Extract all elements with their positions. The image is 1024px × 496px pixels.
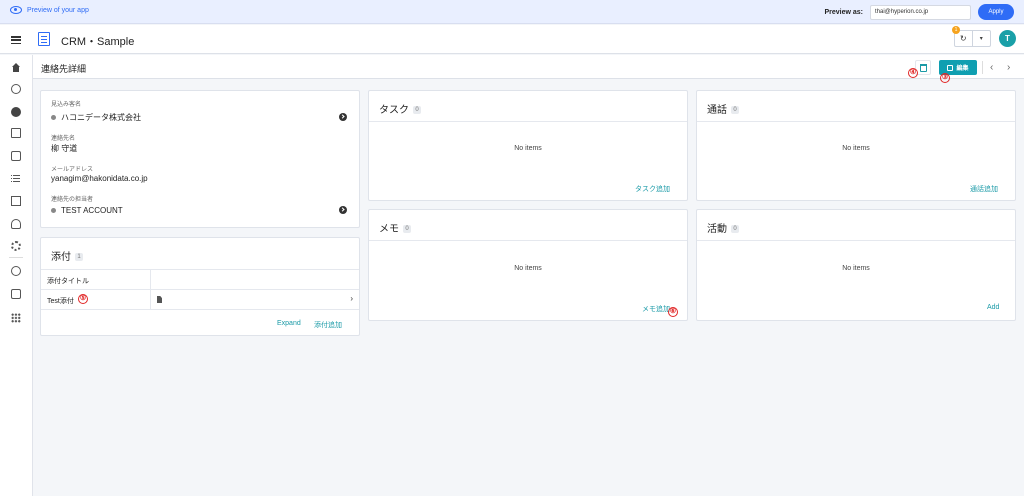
annotation-marker-4: ④ [908,68,918,78]
memos-card: メモ 0 No items メモ追加 [368,209,688,321]
calls-title: 通話 0 [707,101,739,116]
trash-icon [919,63,927,72]
notification-badge: 1 [952,26,960,34]
chevron-right-icon[interactable] [339,206,347,214]
home-icon[interactable] [11,63,21,73]
preview-bar: Preview of your app Preview as: thai@hyp… [0,0,1024,24]
card-divider [697,121,1015,122]
contact-name-label: 連絡先名 [51,136,76,142]
user-icon[interactable] [11,107,21,117]
calls-count: 0 [731,106,739,115]
edit-icon [947,64,954,71]
owner-icon [51,208,56,214]
add-attachment-link[interactable]: 添付追加 [314,320,342,330]
prospect-value[interactable]: ハコニデータ株式会社 [51,112,141,123]
add-memo-link[interactable]: メモ追加 [642,304,670,314]
chat-icon[interactable] [11,151,21,161]
chevron-left-icon[interactable]: ‹ [990,62,993,73]
activities-empty: No items [842,265,870,272]
preview-text: Preview of your app [27,6,89,14]
activities-count: 0 [731,225,739,234]
sidebar-divider [9,257,23,258]
feedback-icon[interactable] [11,289,21,299]
account-circle-icon[interactable] [11,84,21,94]
attachment-file-cell[interactable]: › [151,290,359,310]
calls-empty: No items [842,145,870,152]
sidebar [0,55,33,496]
book-icon[interactable] [11,196,21,206]
column-header-title: 添付タイトル [41,270,151,290]
card-divider [369,240,687,241]
contact-details-card: 見込み客名 ハコニデータ株式会社 連絡先名 柳 守道 メールアドレス yanag… [40,90,360,228]
add-activity-link[interactable]: Add [987,304,999,311]
chevron-right-icon[interactable] [339,113,347,121]
attachment-title-cell: Test添付 [41,290,151,310]
memos-empty: No items [514,265,542,272]
annotation-marker-5: ⑤ [78,294,88,304]
attachments-table: 添付タイトル Test添付 › [41,269,359,310]
page-title: 連絡先詳細 [41,64,87,74]
app-title: CRM・Sample [61,36,135,48]
header-divider [982,61,983,74]
gear-icon[interactable] [11,241,21,251]
sync-control[interactable]: ↻ ▾ [954,30,991,47]
file-icon [157,296,162,303]
attachments-card: 添付 1 添付タイトル Test添付 › Expand 添付追加 [40,237,360,336]
avatar[interactable]: T [999,30,1016,47]
preview-controls: Preview as: thai@hyperion.co.jp Apply [824,4,1014,20]
list-icon[interactable] [11,174,21,184]
preview-as-label: Preview as: [824,8,863,16]
table-row[interactable]: Test添付 › [41,290,359,310]
chevron-right-icon[interactable]: › [350,294,353,303]
tasks-count: 0 [413,106,421,115]
preview-indicator: Preview of your app [10,6,89,14]
apps-grid-icon[interactable] [11,313,21,323]
owner-label: 連絡先の担当者 [51,197,94,203]
preview-email-field[interactable]: thai@hyperion.co.jp [870,4,971,20]
page-header: 連絡先詳細 編集 ‹ › [33,55,1024,79]
tasks-title: タスク 0 [379,101,421,116]
tasks-empty: No items [514,145,542,152]
annotation-marker-3: ③ [940,73,950,83]
eye-icon [10,6,22,14]
owner-value[interactable]: TEST ACCOUNT [51,206,123,215]
attachments-title: 添付 1 [51,248,83,263]
company-icon [51,115,56,121]
memos-title: メモ 0 [379,220,411,235]
email-label: メールアドレス [51,167,94,173]
edit-label: 編集 [956,66,969,72]
menu-icon[interactable] [11,36,21,44]
card-divider [369,121,687,122]
contact-icon[interactable] [11,128,21,138]
column-header-file [151,270,359,290]
apply-button[interactable]: Apply [978,4,1014,20]
info-icon[interactable] [11,266,21,276]
card-divider [697,240,1015,241]
table-header-row: 添付タイトル [41,270,359,290]
expand-link[interactable]: Expand [277,320,301,327]
chevron-right-icon[interactable]: › [1007,62,1010,73]
chevron-down-icon[interactable]: ▾ [973,31,990,46]
document-icon [38,32,50,46]
activities-card: 活動 0 No items Add [696,209,1016,321]
app-header: CRM・Sample [0,25,1024,54]
add-task-link[interactable]: タスク追加 [635,184,670,194]
user-edit-icon[interactable] [11,219,21,229]
tasks-card: タスク 0 No items タスク追加 [368,90,688,201]
annotation-marker-6: ⑥ [668,307,678,317]
attachments-count: 1 [75,253,83,262]
prospect-label: 見込み客名 [51,102,82,108]
email-value: yanagim@hakonidata.co.jp [51,174,148,183]
add-call-link[interactable]: 通話追加 [970,184,998,194]
activities-title: 活動 0 [707,220,739,235]
contact-name-value: 柳 守道 [51,144,78,153]
calls-card: 通話 0 No items 通話追加 [696,90,1016,201]
memos-count: 0 [403,225,411,234]
